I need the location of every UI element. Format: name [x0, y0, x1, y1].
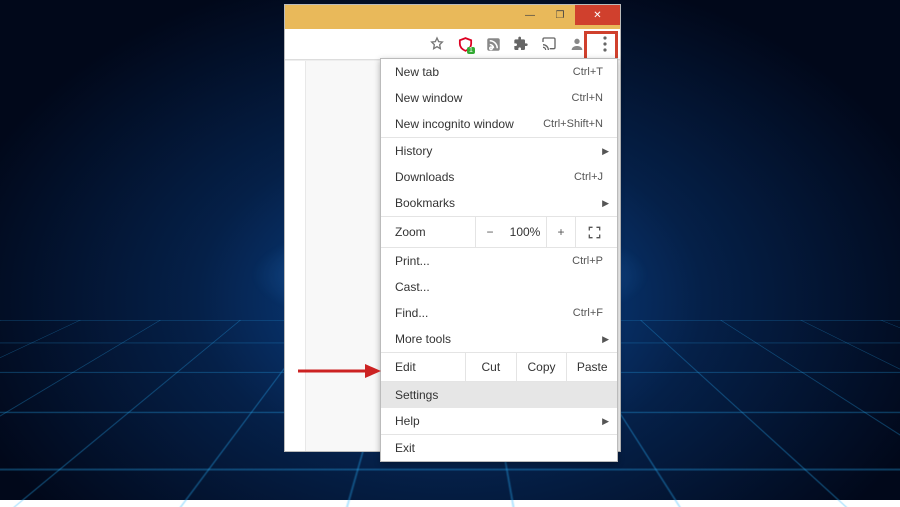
- menu-label: New window: [395, 91, 572, 105]
- chevron-right-icon: ▶: [602, 334, 609, 345]
- menu-shortcut: Ctrl+T: [573, 66, 603, 78]
- menu-section-tools: Print... Ctrl+P Cast... Find... Ctrl+F M…: [381, 248, 617, 353]
- menu-shortcut: Ctrl+J: [574, 171, 603, 183]
- cast-icon[interactable]: [540, 35, 558, 53]
- menu-item-downloads[interactable]: Downloads Ctrl+J: [381, 164, 617, 190]
- zoom-label: Zoom: [395, 225, 475, 239]
- zoom-out-button[interactable]: −: [475, 217, 504, 247]
- extensions-icon[interactable]: [512, 35, 530, 53]
- menu-shortcut: Ctrl+N: [572, 92, 603, 104]
- menu-label: Find...: [395, 306, 573, 320]
- menu-item-find[interactable]: Find... Ctrl+F: [381, 300, 617, 326]
- menu-item-settings[interactable]: Settings: [381, 382, 617, 408]
- menu-label: History: [395, 144, 603, 158]
- edit-label: Edit: [381, 353, 466, 381]
- zoom-value: 100%: [504, 225, 546, 239]
- menu-label: Exit: [395, 441, 603, 455]
- chevron-right-icon: ▶: [602, 146, 609, 157]
- paste-button[interactable]: Paste: [567, 353, 617, 381]
- close-button[interactable]: ✕: [575, 5, 620, 25]
- menu-item-help[interactable]: Help ▶: [381, 408, 617, 434]
- chevron-right-icon: ▶: [602, 198, 609, 209]
- profile-icon[interactable]: [568, 35, 586, 53]
- bookmark-star-icon[interactable]: [428, 35, 446, 53]
- menu-item-cast[interactable]: Cast...: [381, 274, 617, 300]
- browser-toolbar: 1: [285, 29, 620, 60]
- rss-icon[interactable]: [484, 35, 502, 53]
- minimize-button[interactable]: —: [515, 5, 545, 25]
- copy-button[interactable]: Copy: [517, 353, 568, 381]
- menu-section-settings: Settings Help ▶: [381, 382, 617, 435]
- menu-item-new-window[interactable]: New window Ctrl+N: [381, 85, 617, 111]
- shield-badge: 1: [467, 47, 475, 54]
- menu-label: Print...: [395, 254, 572, 268]
- menu-item-zoom: Zoom − 100% +: [381, 217, 617, 247]
- menu-shortcut: Ctrl+Shift+N: [543, 118, 603, 130]
- menu-item-new-tab[interactable]: New tab Ctrl+T: [381, 59, 617, 85]
- zoom-in-button[interactable]: +: [546, 217, 575, 247]
- menu-label: Help: [395, 414, 603, 428]
- menu-label: Downloads: [395, 170, 574, 184]
- menu-item-more-tools[interactable]: More tools ▶: [381, 326, 617, 352]
- menu-section-zoom: Zoom − 100% +: [381, 217, 617, 248]
- menu-shortcut: Ctrl+F: [573, 307, 603, 319]
- menu-section-exit: Exit: [381, 435, 617, 461]
- menu-label: New tab: [395, 65, 573, 79]
- shield-icon[interactable]: 1: [456, 35, 474, 53]
- maximize-button[interactable]: ❐: [545, 5, 575, 25]
- menu-shortcut: Ctrl+P: [572, 255, 603, 267]
- menu-label: New incognito window: [395, 117, 543, 131]
- chrome-main-menu: New tab Ctrl+T New window Ctrl+N New inc…: [380, 58, 618, 462]
- menu-section-tabs: New tab Ctrl+T New window Ctrl+N New inc…: [381, 59, 617, 138]
- menu-item-print[interactable]: Print... Ctrl+P: [381, 248, 617, 274]
- menu-label: More tools: [395, 332, 603, 346]
- menu-item-history[interactable]: History ▶: [381, 138, 617, 164]
- menu-label: Settings: [395, 388, 603, 402]
- chevron-right-icon: ▶: [602, 416, 609, 427]
- fullscreen-button[interactable]: [575, 217, 612, 247]
- menu-section-nav: History ▶ Downloads Ctrl+J Bookmarks ▶: [381, 138, 617, 217]
- menu-label: Cast...: [395, 280, 603, 294]
- menu-item-exit[interactable]: Exit: [381, 435, 617, 461]
- left-edge: [285, 61, 306, 451]
- menu-label: Bookmarks: [395, 196, 603, 210]
- menu-section-edit: Edit Cut Copy Paste: [381, 353, 617, 382]
- menu-item-new-incognito[interactable]: New incognito window Ctrl+Shift+N: [381, 111, 617, 137]
- menu-item-edit-row: Edit Cut Copy Paste: [381, 353, 617, 381]
- titlebar: — ❐ ✕: [285, 5, 620, 29]
- cut-button[interactable]: Cut: [466, 353, 517, 381]
- more-menu-icon[interactable]: [596, 35, 614, 53]
- menu-item-bookmarks[interactable]: Bookmarks ▶: [381, 190, 617, 216]
